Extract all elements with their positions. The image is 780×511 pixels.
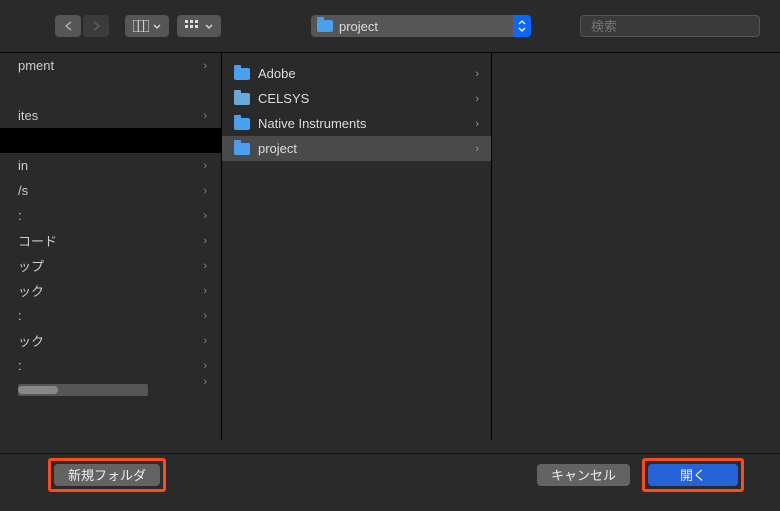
chevron-right-icon: › — [203, 185, 207, 197]
chevron-right-icon: › — [475, 118, 479, 130]
sidebar: pment›ites›in›/s›:›コード›ップ›ック›:›ック›:›› — [0, 53, 222, 440]
cancel-button[interactable]: キャンセル — [537, 464, 630, 486]
file-item[interactable]: Adobe › — [222, 61, 491, 86]
sidebar-item[interactable]: :› — [0, 303, 221, 328]
sidebar-item-label: ップ — [18, 256, 44, 275]
file-item[interactable]: project › — [222, 136, 491, 161]
folder-icon — [234, 143, 250, 155]
sidebar-item[interactable] — [0, 78, 221, 103]
highlight-new-folder: 新規フォルダ — [48, 458, 166, 492]
chevron-right-icon: › — [475, 93, 479, 105]
search-input[interactable] — [591, 19, 767, 34]
nav-group — [55, 15, 109, 37]
column-view-button[interactable] — [125, 15, 169, 37]
chevron-right-icon: › — [475, 143, 479, 155]
sidebar-item[interactable]: :› — [0, 353, 221, 378]
sidebar-item[interactable]: in › — [0, 153, 221, 178]
chevron-right-icon — [93, 21, 100, 31]
sidebar-item[interactable]: ップ › — [0, 253, 221, 278]
sidebar-item[interactable] — [0, 128, 221, 153]
sidebar-item-label: /s — [18, 183, 28, 198]
sidebar-item[interactable]: ック › — [0, 278, 221, 303]
chevron-right-icon: › — [203, 335, 207, 347]
chevron-right-icon: › — [203, 260, 207, 272]
chevron-right-icon: › — [203, 235, 207, 247]
chevron-right-icon: › — [203, 360, 207, 372]
grid-icon — [185, 20, 201, 32]
sidebar-item[interactable]: ック › — [0, 328, 221, 353]
chevron-right-icon: › — [203, 210, 207, 222]
sidebar-item[interactable]: コード › — [0, 228, 221, 253]
folder-icon — [317, 20, 333, 32]
file-item[interactable]: Native Instruments › — [222, 111, 491, 136]
chevron-down-icon — [205, 24, 213, 29]
sidebar-item-label: pment — [18, 58, 54, 73]
chevron-right-icon: › — [203, 110, 207, 122]
sidebar-item[interactable]: ites › — [0, 103, 221, 128]
sidebar-item-label: ites — [18, 108, 38, 123]
chevron-right-icon: › — [475, 68, 479, 80]
folder-icon — [234, 93, 250, 105]
scrollbar[interactable] — [18, 384, 148, 396]
chevron-right-icon: › — [203, 310, 207, 322]
folder-icon — [234, 118, 250, 130]
preview-pane — [492, 53, 780, 440]
view-group — [125, 15, 221, 37]
chevron-left-icon — [65, 21, 72, 31]
sidebar-item-label: ック — [18, 331, 44, 350]
path-label: project — [339, 19, 378, 34]
folder-icon — [234, 68, 250, 80]
body: pment›ites›in›/s›:›コード›ップ›ック›:›ック›:›› Ad… — [0, 52, 780, 440]
file-item-label: Native Instruments — [258, 116, 366, 131]
search-box[interactable] — [580, 15, 760, 37]
sidebar-item[interactable]: :› — [0, 203, 221, 228]
file-column: Adobe › CELSYS › Native Instruments › project › — [222, 53, 492, 440]
file-item-label: Adobe — [258, 66, 296, 81]
columns-icon — [133, 20, 149, 32]
path-dropdown[interactable]: project — [311, 15, 531, 37]
highlight-open: 開く — [642, 458, 744, 492]
updown-icon — [513, 15, 531, 37]
sidebar-item[interactable]: pment › — [0, 53, 221, 78]
chevron-right-icon: › — [203, 160, 207, 172]
file-item-label: project — [258, 141, 297, 156]
sidebar-item-label: in — [18, 158, 28, 173]
chevron-right-icon: › — [203, 285, 207, 297]
forward-button[interactable] — [83, 15, 109, 37]
sidebar-item-label: コード — [18, 231, 57, 250]
sidebar-item-label: ック — [18, 281, 44, 300]
file-item[interactable]: CELSYS › — [222, 86, 491, 111]
grid-view-button[interactable] — [177, 15, 221, 37]
sidebar-item-label: : — [18, 308, 22, 323]
sidebar-item-label: : — [18, 358, 22, 373]
footer: 新規フォルダ キャンセル 開く — [0, 453, 780, 495]
sidebar-item-label: : — [18, 208, 22, 223]
chevron-right-icon: › — [203, 60, 207, 72]
open-button[interactable]: 開く — [648, 464, 738, 486]
chevron-down-icon — [153, 24, 161, 29]
toolbar: project — [0, 0, 780, 52]
back-button[interactable] — [55, 15, 81, 37]
file-item-label: CELSYS — [258, 91, 309, 106]
new-folder-button[interactable]: 新規フォルダ — [54, 464, 160, 486]
sidebar-item[interactable]: /s › — [0, 178, 221, 203]
